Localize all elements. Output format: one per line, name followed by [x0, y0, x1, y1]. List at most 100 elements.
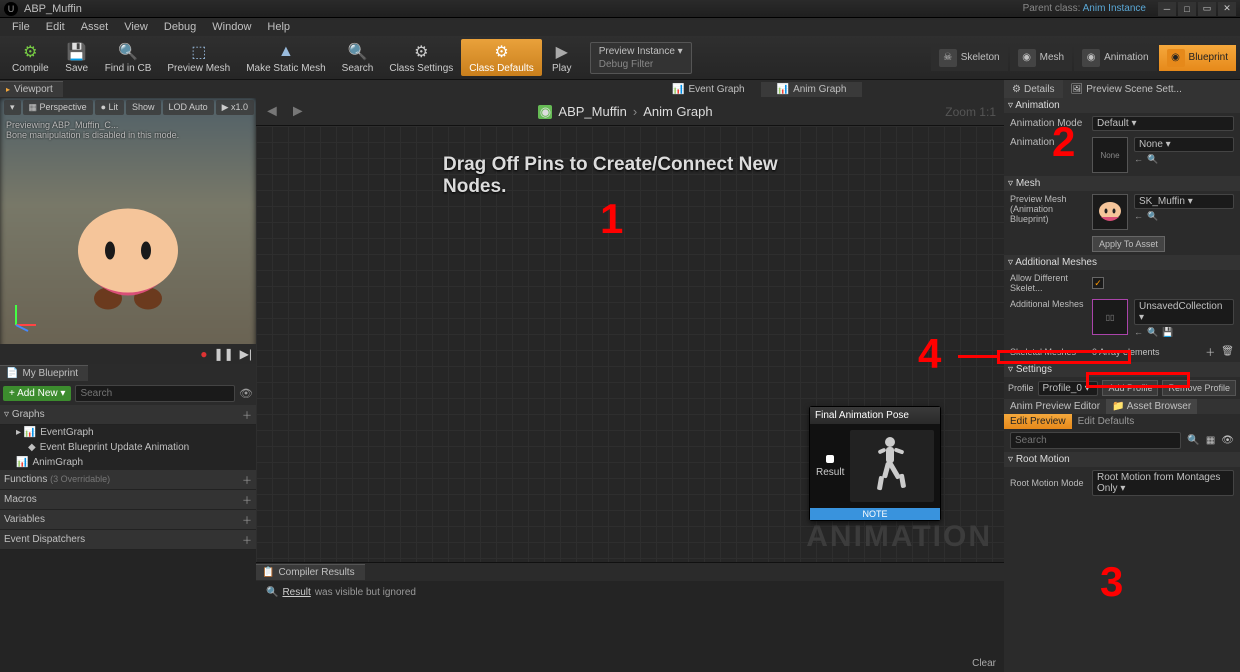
addmesh-back-icon[interactable]: ← — [1134, 327, 1143, 338]
make-static-mesh-button[interactable]: ▲Make Static Mesh — [238, 39, 333, 76]
menu-view[interactable]: View — [118, 19, 154, 35]
root-motion-mode-dropdown[interactable]: Root Motion from Montages Only ▾ — [1092, 470, 1234, 496]
details-grid-icon[interactable]: ▦ — [1206, 435, 1215, 446]
final-animation-pose-node[interactable]: Final Animation Pose Result — [809, 406, 941, 521]
details-search-input[interactable] — [1010, 432, 1181, 449]
viewport-show-button[interactable]: Show — [126, 100, 161, 115]
compiler-clear-button[interactable]: Clear — [256, 655, 1004, 672]
add-skeletal-mesh-icon[interactable]: ＋ — [1205, 344, 1215, 359]
section-dispatchers[interactable]: Event Dispatchers＋ — [0, 530, 256, 550]
add-profile-button[interactable]: Add Profile — [1102, 380, 1158, 396]
remove-profile-button[interactable]: Remove Profile — [1162, 380, 1236, 396]
details-eye-icon[interactable]: 👁 — [1221, 435, 1234, 446]
window-minimize-icon[interactable]: ─ — [1158, 2, 1176, 16]
add-dispatcher-icon[interactable]: ＋ — [242, 532, 252, 547]
compiler-results-tab[interactable]: 📋 Compiler Results — [256, 564, 365, 580]
save-button[interactable]: 💾Save — [57, 39, 97, 76]
menu-asset[interactable]: Asset — [75, 19, 115, 35]
parent-class-link[interactable]: Anim Instance — [1083, 3, 1146, 14]
window-restore-icon[interactable]: □ — [1178, 2, 1196, 16]
window-maximize-icon[interactable]: ▭ — [1198, 2, 1216, 16]
viewport-perspective-button[interactable]: ▦ Perspective — [23, 100, 93, 115]
viewport-panel[interactable]: ▾ ▦ Perspective ● Lit Show LOD Auto ▶ x1… — [0, 98, 256, 364]
addmesh-find-icon[interactable]: 🔍 — [1147, 327, 1158, 338]
preview-scene-tab[interactable]: 🖼 Preview Scene Sett... — [1063, 80, 1190, 98]
mode-blueprint[interactable]: ◉Blueprint — [1159, 45, 1236, 71]
class-defaults-button[interactable]: ⚙Class Defaults — [461, 39, 541, 76]
menu-help[interactable]: Help — [261, 19, 296, 35]
section-graphs[interactable]: ▿ Graphs＋ — [0, 405, 256, 425]
add-graph-icon[interactable]: ＋ — [242, 407, 252, 422]
asset-back-icon[interactable]: ← — [1134, 154, 1143, 165]
mesh-find-icon[interactable]: 🔍 — [1147, 211, 1158, 222]
asset-find-icon[interactable]: 🔍 — [1147, 154, 1158, 165]
asset-browser-tab[interactable]: 📁 Asset Browser — [1106, 399, 1197, 414]
mybp-search-input[interactable] — [75, 385, 235, 402]
section-animation[interactable]: ▿ Animation — [1004, 98, 1240, 113]
graph-back-button[interactable]: ◄ — [264, 103, 280, 121]
mode-skeleton[interactable]: ☠Skeleton — [931, 45, 1008, 71]
add-new-button[interactable]: + Add New ▾ — [3, 386, 71, 401]
clear-skeletal-mesh-icon[interactable]: 🗑 — [1221, 346, 1234, 357]
compiler-message-row[interactable]: 🔍 Result was visible but ignored — [266, 587, 994, 598]
tree-event-graph[interactable]: ▸ 📊 EventGraph — [0, 425, 256, 440]
mesh-thumbnail[interactable] — [1092, 194, 1128, 230]
viewport-lod-button[interactable]: LOD Auto — [163, 100, 214, 115]
add-variable-icon[interactable]: ＋ — [242, 512, 252, 527]
window-close-icon[interactable]: ✕ — [1218, 2, 1236, 16]
find-in-cb-button[interactable]: 🔍Find in CB — [97, 39, 160, 76]
mesh-back-icon[interactable]: ← — [1134, 211, 1143, 222]
details-search-icon[interactable]: 🔍 — [1187, 435, 1199, 446]
graph-canvas[interactable]: Drag Off Pins to Create/Connect New Node… — [256, 126, 1004, 562]
edit-defaults-button[interactable]: Edit Defaults — [1072, 414, 1141, 429]
viewport-speed-button[interactable]: ▶ x1.0 — [216, 100, 254, 115]
play-button[interactable]: ▶Play — [542, 39, 582, 76]
add-macro-icon[interactable]: ＋ — [242, 492, 252, 507]
preview-mesh-button[interactable]: ⬚Preview Mesh — [159, 39, 238, 76]
menu-file[interactable]: File — [6, 19, 36, 35]
allow-diff-skel-checkbox[interactable]: ✓ — [1092, 277, 1104, 289]
compile-button[interactable]: ⚙Compile — [4, 39, 57, 76]
menu-debug[interactable]: Debug — [158, 19, 202, 35]
section-additional-meshes[interactable]: ▿ Additional Meshes — [1004, 255, 1240, 270]
mode-animation[interactable]: ◉Animation — [1074, 45, 1156, 71]
my-blueprint-tab[interactable]: 📄 My Blueprint — [0, 365, 88, 381]
anim-mode-dropdown[interactable]: Default ▾ — [1092, 116, 1234, 131]
additional-mesh-dropdown[interactable]: UnsavedCollection ▾ — [1134, 299, 1234, 325]
tab-event-graph[interactable]: 📊 Event Graph — [656, 82, 761, 97]
tree-update-animation[interactable]: ◆ Event Blueprint Update Animation — [0, 440, 256, 455]
class-settings-button[interactable]: ⚙Class Settings — [381, 39, 461, 76]
graph-forward-button[interactable]: ► — [290, 103, 306, 121]
section-functions[interactable]: Functions (3 Overridable)＋ — [0, 470, 256, 490]
profile-dropdown[interactable]: Profile_0 ▾ — [1038, 381, 1099, 396]
menu-window[interactable]: Window — [206, 19, 257, 35]
section-macros[interactable]: Macros＋ — [0, 490, 256, 510]
details-tab[interactable]: ⚙ Details — [1004, 80, 1063, 98]
result-link[interactable]: Result — [282, 587, 310, 598]
additional-mesh-thumbnail[interactable]: ▯▯ — [1092, 299, 1128, 335]
edit-preview-button[interactable]: Edit Preview — [1004, 414, 1072, 429]
animation-thumbnail[interactable]: None — [1092, 137, 1128, 173]
step-button[interactable]: ▶| — [240, 347, 252, 361]
animation-asset-dropdown[interactable]: None ▾ — [1134, 137, 1234, 152]
result-pin[interactable] — [826, 455, 834, 463]
anim-preview-editor-tab[interactable]: Anim Preview Editor — [1004, 399, 1106, 414]
viewport-options-button[interactable]: ▾ — [4, 100, 21, 115]
search-button[interactable]: 🔍Search — [334, 39, 382, 76]
tab-anim-graph[interactable]: 📊 Anim Graph — [761, 82, 863, 97]
mode-mesh[interactable]: ◉Mesh — [1010, 45, 1072, 71]
menu-edit[interactable]: Edit — [40, 19, 71, 35]
pause-button[interactable]: ❚❚ — [214, 347, 234, 361]
mybp-view-options-icon[interactable]: 👁 — [239, 387, 253, 400]
viewport-lit-button[interactable]: ● Lit — [95, 100, 124, 115]
record-button[interactable]: ● — [200, 347, 207, 361]
viewport-tab[interactable]: Viewport — [0, 81, 63, 97]
graph-breadcrumb[interactable]: ◉ ABP_Muffin › Anim Graph — [316, 104, 936, 119]
add-function-icon[interactable]: ＋ — [242, 472, 252, 487]
apply-to-asset-button[interactable]: Apply To Asset — [1092, 236, 1165, 252]
section-root-motion[interactable]: ▿ Root Motion — [1004, 452, 1240, 467]
section-variables[interactable]: Variables＋ — [0, 510, 256, 530]
preview-instance-dropdown[interactable]: Preview Instance ▾ Debug Filter — [590, 42, 692, 74]
tree-anim-graph[interactable]: 📊 AnimGraph — [0, 455, 256, 470]
section-settings[interactable]: ▿ Settings — [1004, 362, 1240, 377]
